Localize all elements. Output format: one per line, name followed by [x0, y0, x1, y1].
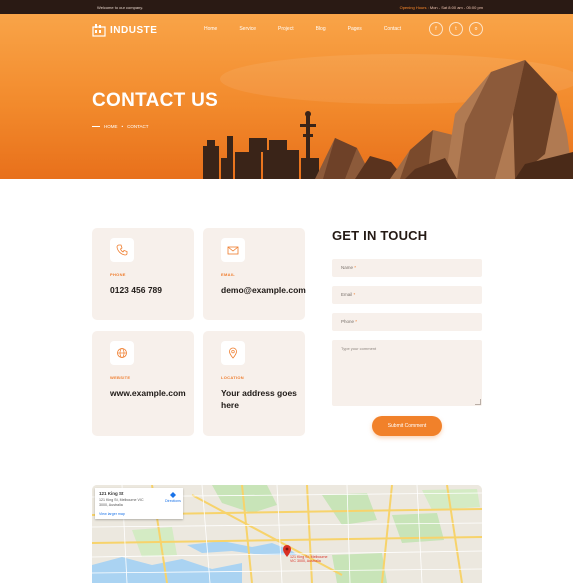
resize-handle-icon[interactable]: [475, 399, 481, 405]
map-place-title: 121 King St: [99, 491, 124, 496]
opening-hours-value: Mon - Sat 8:00 am - 05:00 pm: [429, 5, 483, 10]
card-label: EMAIL: [221, 272, 235, 277]
welcome-text: Welcome to our company.: [97, 5, 144, 10]
submit-comment-button[interactable]: Submit Comment: [372, 416, 442, 436]
breadcrumb: HOME • CONTACT: [92, 124, 149, 129]
nav-item-service[interactable]: Service: [239, 26, 256, 32]
brand-name: INDUSTE: [110, 24, 158, 36]
mail-icon: [221, 238, 245, 262]
phone-icon: [110, 238, 134, 262]
nav-item-home[interactable]: Home: [204, 26, 217, 32]
globe-icon: [110, 341, 134, 365]
factory-logo-icon: [92, 24, 106, 37]
contact-card-website: WEBSITE www.example.com: [92, 331, 194, 436]
contact-card-location: LOCATION Your address goes here: [203, 331, 305, 436]
main-navbar: INDUSTE Home Service Project Blog Pages …: [0, 14, 573, 46]
card-label: LOCATION: [221, 375, 244, 380]
nav-menu: Home Service Project Blog Pages Contact: [204, 26, 423, 32]
nav-item-project[interactable]: Project: [278, 26, 294, 32]
breadcrumb-separator: •: [121, 124, 124, 129]
nav-item-blog[interactable]: Blog: [316, 26, 326, 32]
location-map[interactable]: 121 King St 121 King St, Melbourne VIC 3…: [92, 485, 482, 583]
directions-icon: [169, 492, 176, 498]
card-label: WEBSITE: [110, 375, 131, 380]
facebook-icon[interactable]: f: [429, 22, 443, 36]
instagram-glyph: o: [474, 26, 478, 32]
view-larger-map-link[interactable]: View larger map: [99, 512, 125, 516]
map-info-box: 121 King St 121 King St, Melbourne VIC 3…: [95, 488, 183, 519]
map-pin-label: 121 King St, Melbourne VIC 3000, Austral…: [290, 555, 328, 563]
email-field[interactable]: Email *: [332, 286, 482, 304]
card-label: PHONE: [110, 272, 126, 277]
location-pin-icon: [221, 341, 245, 365]
page-title: CONTACT US: [92, 90, 219, 111]
map-place-address: 121 King St, Melbourne VIC 3000, Austral…: [99, 498, 144, 507]
twitter-glyph: t: [455, 26, 457, 32]
twitter-icon[interactable]: t: [449, 22, 463, 36]
phone-placeholder: Phone: [341, 319, 355, 324]
card-value[interactable]: demo@example.com: [221, 284, 306, 296]
brand-logo[interactable]: INDUSTE: [92, 23, 157, 37]
breadcrumb-current: CONTACT: [127, 124, 149, 129]
top-bar: Welcome to our company. Opening Hours : …: [0, 0, 573, 14]
instagram-icon[interactable]: o: [469, 22, 483, 36]
phone-field[interactable]: Phone *: [332, 313, 482, 331]
form-title: GET IN TOUCH: [332, 228, 428, 243]
comment-textarea[interactable]: Type your comment: [332, 340, 482, 406]
nav-item-pages[interactable]: Pages: [348, 26, 362, 32]
required-mark: *: [353, 292, 356, 297]
card-value[interactable]: www.example.com: [110, 387, 194, 399]
name-placeholder: Name: [341, 265, 354, 270]
opening-hours-label: Opening Hours :: [399, 5, 429, 10]
breadcrumb-home[interactable]: HOME: [104, 124, 118, 129]
required-mark: *: [354, 265, 357, 270]
contact-card-email: EMAIL demo@example.com: [203, 228, 306, 320]
nav-item-contact[interactable]: Contact: [384, 26, 401, 32]
breadcrumb-dash: [92, 126, 100, 127]
card-value: Your address goes here: [221, 388, 297, 410]
social-links: f t o: [429, 22, 483, 36]
facebook-glyph: f: [435, 26, 437, 32]
contact-card-phone: PHONE 0123 456 789: [92, 228, 194, 320]
comment-placeholder: Type your comment: [341, 346, 377, 351]
card-value[interactable]: 0123 456 789: [110, 284, 194, 296]
page-hero: INDUSTE Home Service Project Blog Pages …: [0, 14, 573, 179]
required-mark: *: [355, 319, 358, 324]
industrial-scenery-illustration: [203, 60, 573, 179]
directions-link[interactable]: Directions: [165, 492, 181, 503]
email-placeholder: Email: [341, 292, 353, 297]
directions-label: Directions: [165, 499, 181, 503]
name-field[interactable]: Name *: [332, 259, 482, 277]
opening-hours: Opening Hours : Mon - Sat 8:00 am - 05:0…: [400, 5, 483, 10]
